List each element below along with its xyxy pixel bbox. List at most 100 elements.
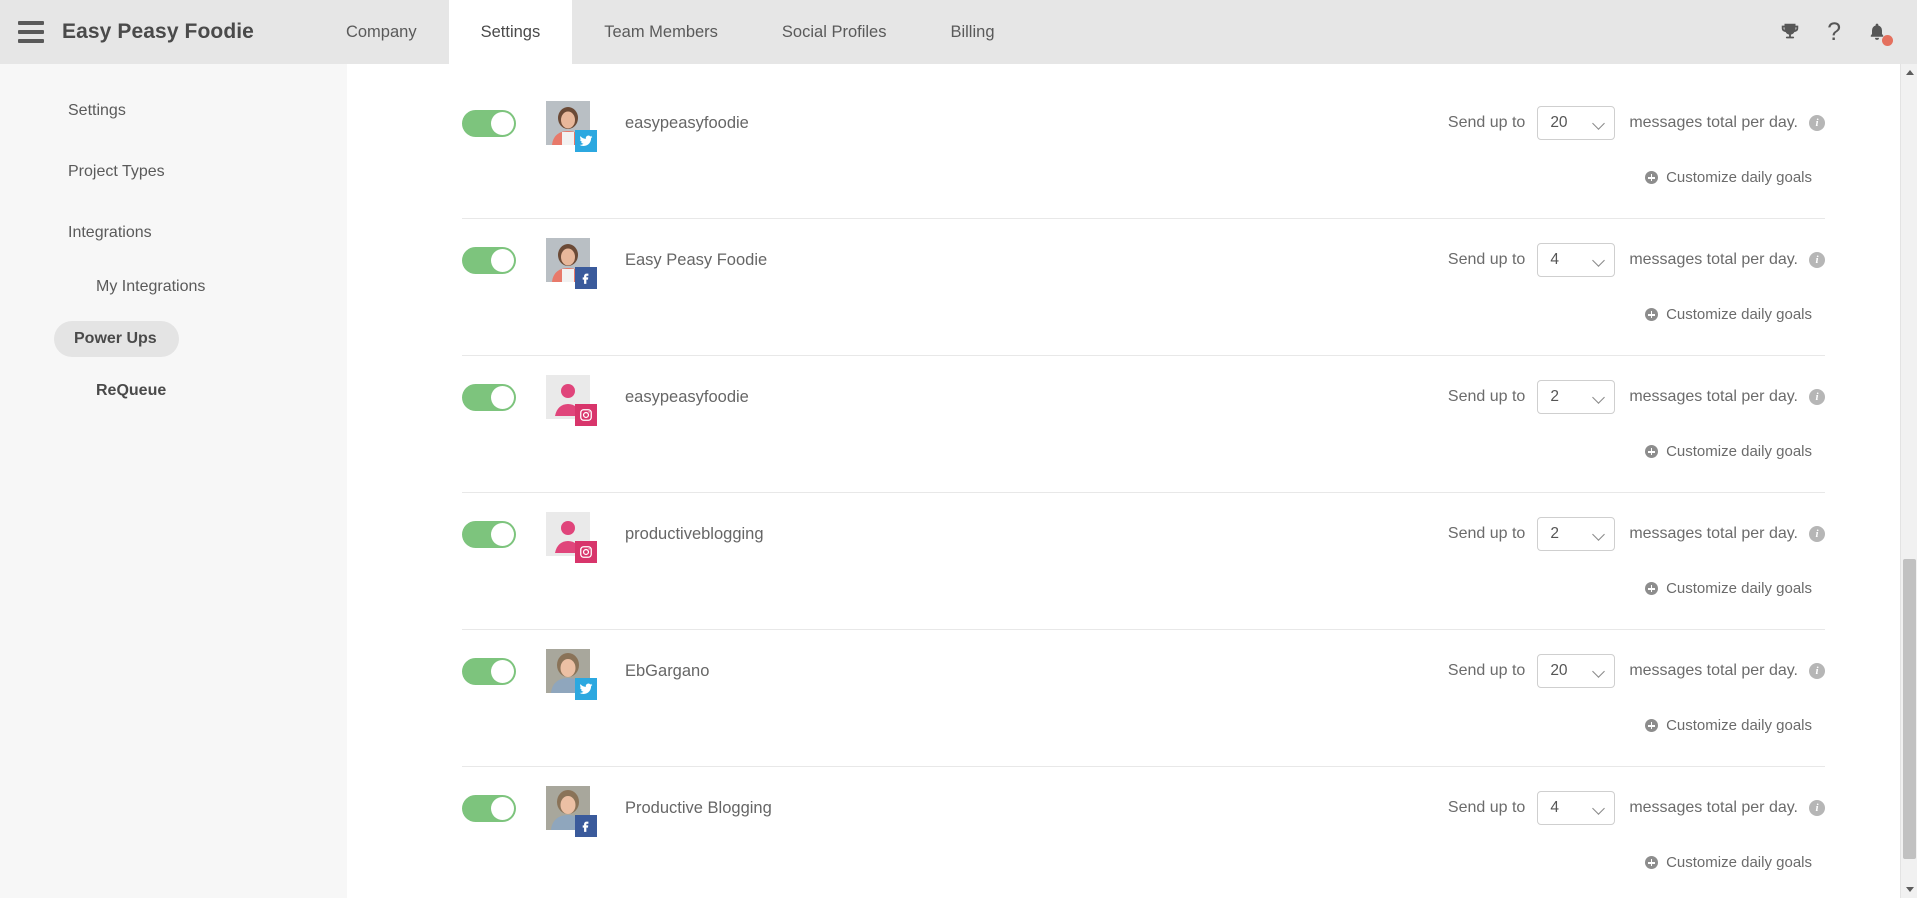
hamburger-menu-icon[interactable] (0, 0, 62, 64)
customize-daily-goals-label: Customize daily goals (1666, 169, 1812, 186)
messages-per-day-label: messages total per day. (1629, 525, 1798, 542)
sidebar-item-power-ups[interactable]: Power Ups (54, 321, 179, 357)
send-up-to-label: Send up to (1447, 388, 1526, 405)
topbar-icon-group: ? (1779, 0, 1917, 64)
chevron-down-icon (1594, 255, 1605, 266)
toggle-knob (491, 796, 514, 820)
customize-daily-goals-label: Customize daily goals (1666, 443, 1812, 460)
account-enable-toggle[interactable] (462, 383, 516, 411)
daily-limit-value: 4 (1550, 251, 1559, 268)
customize-daily-goals-link[interactable]: Customize daily goals (1645, 169, 1812, 186)
twitter-icon (575, 130, 597, 152)
row-right-group: Send up to 20 messages total per day. i (1448, 630, 1825, 712)
scroll-down-arrow[interactable] (1901, 881, 1917, 898)
customize-daily-goals-link[interactable]: Customize daily goals (1645, 306, 1812, 323)
daily-limit-value: 2 (1550, 388, 1559, 405)
main-content-area: easypeasyfoodie Send up to 20 messages t… (347, 64, 1900, 898)
app-window: Easy Peasy Foodie Company Settings Team … (0, 0, 1917, 898)
plus-circle-icon (1645, 445, 1659, 458)
account-enable-toggle[interactable] (462, 794, 516, 822)
info-icon[interactable]: i (1809, 115, 1825, 131)
main-tabs: Company Settings Team Members Social Pro… (314, 0, 1027, 64)
info-icon[interactable]: i (1809, 252, 1825, 268)
account-enable-toggle[interactable] (462, 657, 516, 685)
trophy-icon[interactable] (1779, 21, 1801, 43)
daily-limit-select[interactable]: 4 (1537, 791, 1616, 825)
account-enable-toggle[interactable] (462, 520, 516, 548)
scrollbar-thumb[interactable] (1903, 559, 1916, 859)
customize-daily-goals-link[interactable]: Customize daily goals (1645, 717, 1812, 734)
account-enable-toggle[interactable] (462, 246, 516, 274)
facebook-icon (575, 815, 597, 837)
hamburger-bar (18, 30, 44, 34)
tab-social-profiles[interactable]: Social Profiles (750, 0, 919, 64)
plus-circle-icon (1645, 856, 1659, 869)
info-icon[interactable]: i (1809, 663, 1825, 679)
help-question-icon[interactable]: ? (1827, 19, 1841, 45)
messages-per-day-label: messages total per day. (1629, 251, 1798, 268)
daily-limit-select[interactable]: 2 (1537, 380, 1616, 414)
instagram-icon (575, 541, 597, 563)
toggle-knob (491, 111, 514, 135)
sidebar-item-requeue[interactable]: ReQueue (0, 371, 347, 411)
account-name: productiveblogging (625, 524, 764, 543)
daily-limit-select[interactable]: 20 (1537, 106, 1616, 140)
daily-limit-select[interactable]: 2 (1537, 517, 1616, 551)
customize-daily-goals-link[interactable]: Customize daily goals (1645, 580, 1812, 597)
account-name: EbGargano (625, 661, 710, 680)
scroll-up-arrow[interactable] (1901, 64, 1917, 81)
plus-circle-icon (1645, 582, 1659, 595)
table-row: Productive Blogging Send up to 4 message… (347, 767, 1900, 898)
sidebar-item-settings[interactable]: Settings (0, 91, 347, 131)
sidebar-item-integrations[interactable]: Integrations (0, 213, 347, 253)
hamburger-bar (18, 39, 44, 43)
table-row: Easy Peasy Foodie Send up to 4 messages … (347, 219, 1900, 356)
toggle-knob (491, 522, 514, 546)
notification-dot (1882, 35, 1893, 46)
daily-limit-value: 20 (1550, 662, 1568, 679)
toggle-knob (491, 385, 514, 409)
table-row: easypeasyfoodie Send up to 2 messages to… (347, 356, 1900, 493)
daily-limit-value: 20 (1550, 114, 1568, 131)
table-row: productiveblogging Send up to 2 messages… (347, 493, 1900, 630)
table-row: easypeasyfoodie Send up to 20 messages t… (347, 82, 1900, 219)
notifications-bell-icon[interactable] (1867, 21, 1893, 46)
customize-daily-goals-label: Customize daily goals (1666, 580, 1812, 597)
daily-limit-select[interactable]: 4 (1537, 243, 1616, 277)
info-icon[interactable]: i (1809, 389, 1825, 405)
send-up-to-label: Send up to (1447, 799, 1526, 816)
info-icon[interactable]: i (1809, 800, 1825, 816)
top-navigation-bar: Easy Peasy Foodie Company Settings Team … (0, 0, 1917, 64)
tab-company[interactable]: Company (314, 0, 449, 64)
sidebar-item-my-integrations[interactable]: My Integrations (0, 267, 347, 307)
chevron-down-icon (1594, 392, 1605, 403)
toggle-knob (491, 248, 514, 272)
vertical-scrollbar[interactable] (1900, 64, 1917, 898)
messages-per-day-label: messages total per day. (1629, 662, 1798, 679)
customize-daily-goals-link[interactable]: Customize daily goals (1645, 443, 1812, 460)
sidebar-navigation: Settings Project Types Integrations My I… (0, 64, 347, 898)
hamburger-bar (18, 21, 44, 25)
row-right-group: Send up to 4 messages total per day. i (1448, 767, 1825, 849)
tab-billing[interactable]: Billing (918, 0, 1026, 64)
messages-per-day-label: messages total per day. (1629, 799, 1798, 816)
account-enable-toggle[interactable] (462, 109, 516, 137)
social-account-list: easypeasyfoodie Send up to 20 messages t… (347, 64, 1900, 898)
row-right-group: Send up to 20 messages total per day. i (1448, 82, 1825, 164)
customize-daily-goals-link[interactable]: Customize daily goals (1645, 854, 1812, 871)
plus-circle-icon (1645, 719, 1659, 732)
avatar (546, 786, 597, 837)
daily-limit-select[interactable]: 20 (1537, 654, 1616, 688)
sidebar-item-project-types[interactable]: Project Types (0, 152, 347, 192)
avatar (546, 375, 597, 426)
row-right-group: Send up to 2 messages total per day. i (1448, 356, 1825, 438)
info-icon[interactable]: i (1809, 526, 1825, 542)
messages-per-day-label: messages total per day. (1629, 114, 1798, 131)
tab-settings[interactable]: Settings (448, 0, 573, 64)
customize-daily-goals-label: Customize daily goals (1666, 717, 1812, 734)
plus-circle-icon (1645, 308, 1659, 321)
facebook-icon (575, 267, 597, 289)
tab-team-members[interactable]: Team Members (572, 0, 750, 64)
messages-per-day-label: messages total per day. (1629, 388, 1798, 405)
